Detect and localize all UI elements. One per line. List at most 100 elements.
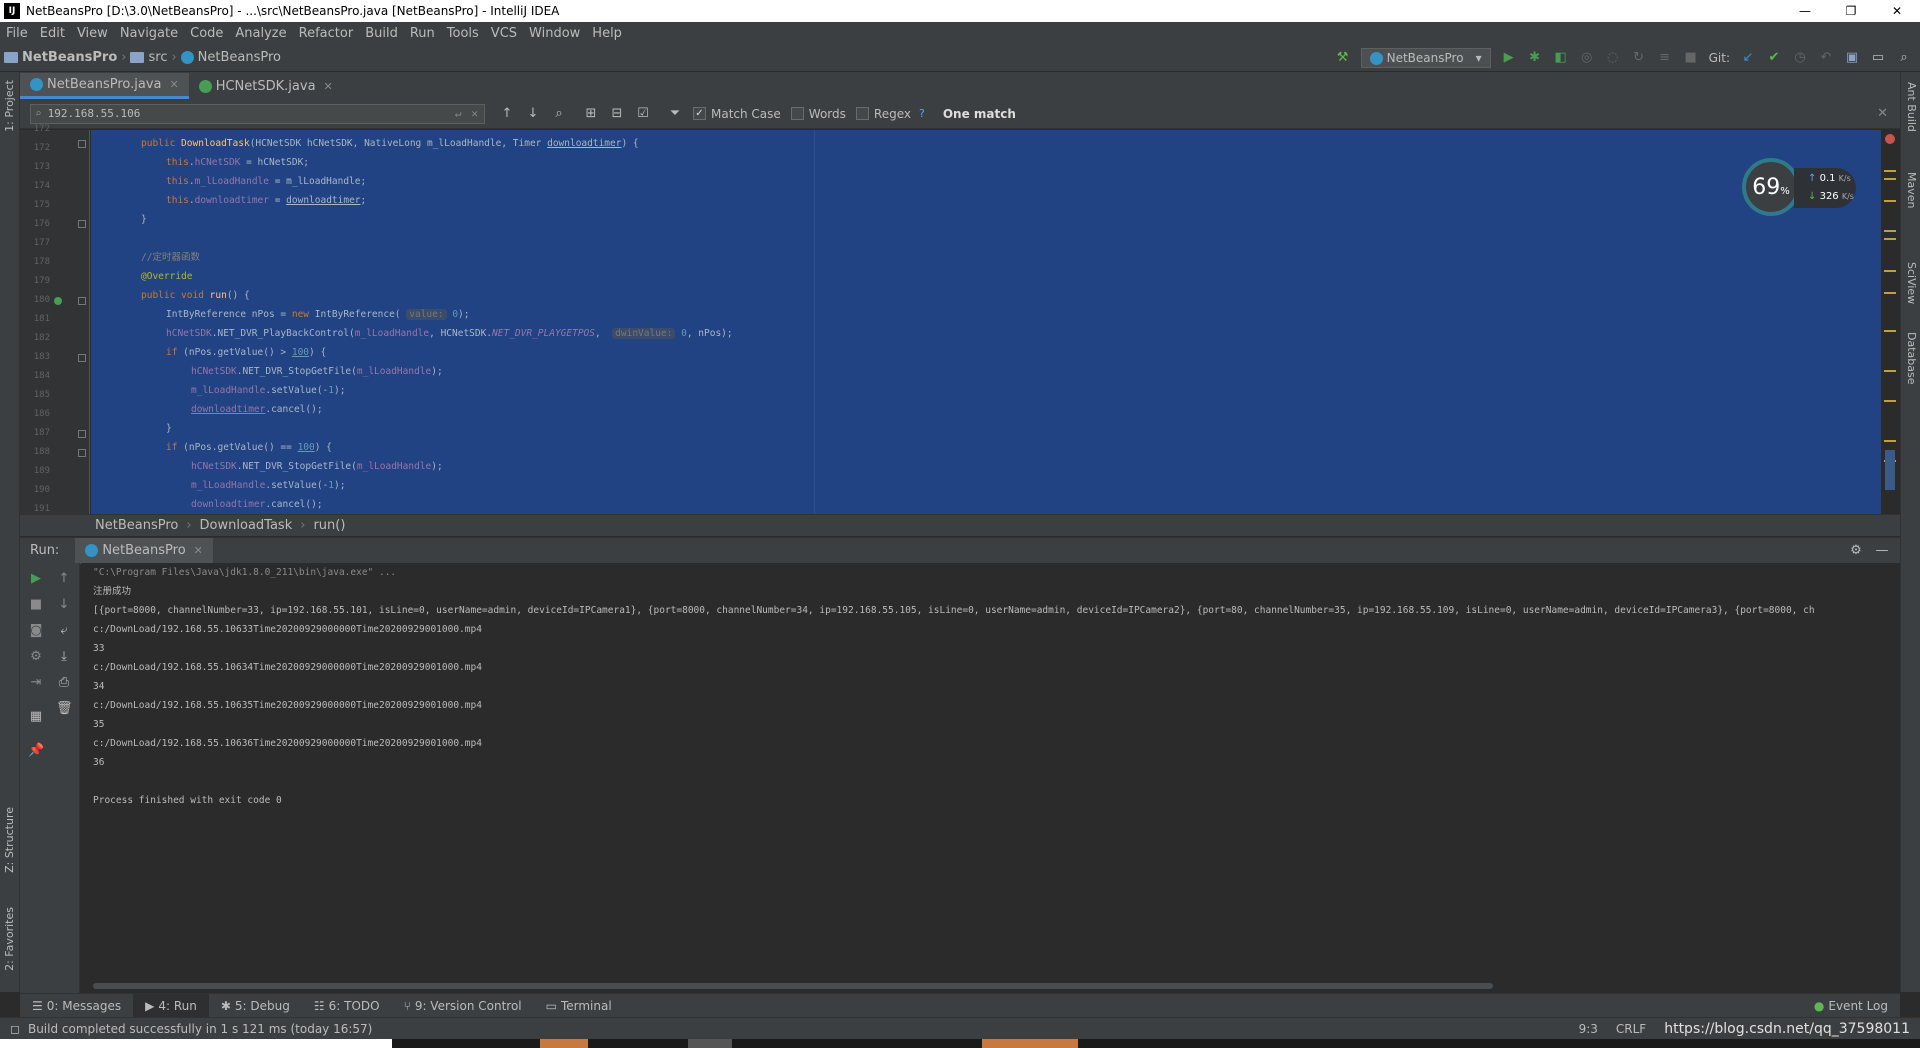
debug-tool-tab[interactable]: ✱ 5: Debug xyxy=(209,999,302,1013)
version-control-tool-tab[interactable]: ⑂ 9: Version Control xyxy=(392,999,534,1013)
dump-threads-icon[interactable]: ⚙ xyxy=(28,649,44,665)
taskbar-search[interactable] xyxy=(0,1039,392,1048)
build-hammer-icon[interactable]: ⚒ xyxy=(1335,50,1351,66)
run-console[interactable]: "C:\Program Files\Java\jdk1.8.0_211\bin\… xyxy=(81,563,1900,993)
database-tool-button[interactable]: Database xyxy=(1905,332,1918,385)
warning-marker[interactable] xyxy=(1884,400,1896,402)
trash-icon[interactable]: 🗑 xyxy=(56,701,73,717)
close-window-button[interactable]: ✕ xyxy=(1874,4,1920,18)
ant-build-tool-button[interactable]: Ant Build xyxy=(1905,82,1918,132)
warning-marker[interactable] xyxy=(1884,330,1896,332)
close-tab-icon[interactable]: ✕ xyxy=(169,78,178,91)
up-icon[interactable]: ↑ xyxy=(56,571,72,587)
menu-run[interactable]: Run xyxy=(404,26,441,41)
messages-tool-tab[interactable]: ☰ 0: Messages xyxy=(20,999,133,1013)
git-update-icon[interactable]: ↙ xyxy=(1740,50,1756,66)
warning-marker[interactable] xyxy=(1884,238,1896,240)
warning-marker[interactable] xyxy=(1884,440,1896,442)
fold-icon[interactable] xyxy=(78,220,86,228)
line-separator[interactable]: CRLF xyxy=(1616,1022,1646,1036)
fold-icon[interactable] xyxy=(78,430,86,438)
maximize-button[interactable]: ❐ xyxy=(1828,4,1874,18)
clear-search-icon[interactable]: ✕ xyxy=(471,107,478,120)
minimize-button[interactable]: — xyxy=(1782,4,1828,18)
taskbar-app[interactable] xyxy=(982,1039,1078,1048)
hide-icon[interactable]: — xyxy=(1874,543,1890,559)
code-editor[interactable]: 172 172 173 174 175 176 177 178 179 180 … xyxy=(20,124,1900,514)
print-icon[interactable]: ⎙ xyxy=(56,675,72,691)
git-history-icon[interactable]: ◷ xyxy=(1792,50,1808,66)
warning-marker[interactable] xyxy=(1884,370,1896,372)
fold-icon[interactable] xyxy=(78,354,86,362)
find-input[interactable] xyxy=(47,107,455,120)
debug-icon[interactable]: ✱ xyxy=(1527,50,1543,66)
rerun-icon[interactable]: ▶ xyxy=(28,571,44,587)
menu-refactor[interactable]: Refactor xyxy=(293,26,360,41)
editor-scroll-thumb[interactable] xyxy=(1885,450,1895,490)
fold-icon[interactable] xyxy=(78,449,86,457)
inspection-error-icon[interactable] xyxy=(1885,134,1895,144)
nav-folder-src[interactable]: src xyxy=(126,50,171,65)
menu-build[interactable]: Build xyxy=(359,26,404,41)
new-line-icon[interactable]: ↵ xyxy=(455,107,462,120)
run-tab-netbeanspro[interactable]: NetBeansPro ✕ xyxy=(75,537,213,564)
match-case-checkbox[interactable]: ✓ Match Case xyxy=(693,107,781,121)
regex-help-icon[interactable]: ? xyxy=(919,107,925,120)
filter-icon[interactable]: ⏷ xyxy=(667,106,683,122)
coverage-icon[interactable]: ◧ xyxy=(1553,50,1569,66)
override-marker-icon[interactable] xyxy=(54,297,62,305)
console-horizontal-scrollbar[interactable] xyxy=(93,983,1493,989)
scroll-to-end-icon[interactable]: ⤓ xyxy=(56,649,72,665)
taskbar-app[interactable] xyxy=(540,1039,588,1048)
project-tool-button[interactable]: 1: Project xyxy=(3,80,16,132)
close-find-icon[interactable]: ✕ xyxy=(1877,106,1888,121)
words-checkbox[interactable]: Words xyxy=(790,107,846,121)
select-all-occurrences-icon[interactable]: ☑ xyxy=(635,106,651,122)
exit-icon[interactable]: ⇥ xyxy=(28,675,44,691)
reload-icon[interactable]: ↻ xyxy=(1631,50,1647,66)
breadcrumb-item[interactable]: DownloadTask xyxy=(200,518,293,533)
remove-selection-icon[interactable]: ⊟ xyxy=(609,106,625,122)
close-run-tab-icon[interactable]: ✕ xyxy=(194,544,203,557)
breadcrumb-item[interactable]: NetBeansPro xyxy=(95,518,178,533)
build-list-icon[interactable]: ≡ xyxy=(1657,50,1673,66)
taskbar-app[interactable] xyxy=(688,1039,732,1048)
terminal-tool-tab[interactable]: ▭ Terminal xyxy=(534,999,624,1013)
network-speed-widget[interactable]: 69% ↑ 0.1 K/s ↓ 326 K/s xyxy=(1742,158,1860,218)
close-tab-icon[interactable]: ✕ xyxy=(324,80,333,93)
presentation-icon[interactable]: ▭ xyxy=(1870,50,1886,66)
git-revert-icon[interactable]: ↶ xyxy=(1818,50,1834,66)
menu-view[interactable]: View xyxy=(71,26,114,41)
caret-position[interactable]: 9:3 xyxy=(1579,1022,1598,1036)
editor-gutter[interactable]: 172 172 173 174 175 176 177 178 179 180 … xyxy=(20,124,90,514)
run-tool-tab[interactable]: ▶ 4: Run xyxy=(133,993,209,1018)
stop-icon[interactable]: ■ xyxy=(1683,50,1699,66)
previous-occurrence-icon[interactable]: ↑ xyxy=(499,106,515,122)
code-area[interactable]: public DownloadTask(HCNetSDK hCNetSDK, N… xyxy=(91,130,1881,514)
gear-icon[interactable]: ⚙ xyxy=(1848,543,1864,559)
camera-icon[interactable]: ◙ xyxy=(28,623,44,639)
warning-marker[interactable] xyxy=(1884,200,1896,202)
menu-edit[interactable]: Edit xyxy=(34,26,71,41)
menu-navigate[interactable]: Navigate xyxy=(114,26,184,41)
tab-hcnetsdk-java[interactable]: HCNetSDK.java ✕ xyxy=(189,73,343,99)
todo-tool-tab[interactable]: ☷ 6: TODO xyxy=(302,999,392,1013)
editor-error-stripe[interactable] xyxy=(1881,130,1900,514)
run-configuration-select[interactable]: NetBeansPro ▾ xyxy=(1360,48,1491,68)
sciview-tool-button[interactable]: SciView xyxy=(1905,262,1918,304)
tab-netbeanspro-java[interactable]: NetBeansPro.java ✕ xyxy=(20,73,189,99)
regex-checkbox[interactable]: Regex xyxy=(855,107,911,121)
project-structure-icon[interactable]: ▣ xyxy=(1844,50,1860,66)
pin-icon[interactable]: 📌 xyxy=(28,743,44,759)
next-occurrence-icon[interactable]: ↓ xyxy=(525,106,541,122)
favorites-tool-button[interactable]: 2: Favorites xyxy=(3,907,16,971)
soft-wrap-icon[interactable]: ⤶ xyxy=(56,623,72,639)
warning-marker[interactable] xyxy=(1884,270,1896,272)
structure-tool-button[interactable]: Z: Structure xyxy=(3,807,16,873)
menu-vcs[interactable]: VCS xyxy=(485,26,523,41)
warning-marker[interactable] xyxy=(1884,178,1896,180)
warning-marker[interactable] xyxy=(1884,170,1896,172)
warning-marker[interactable] xyxy=(1884,292,1896,294)
fold-icon[interactable] xyxy=(78,140,86,148)
stop-icon[interactable]: ■ xyxy=(28,597,44,613)
